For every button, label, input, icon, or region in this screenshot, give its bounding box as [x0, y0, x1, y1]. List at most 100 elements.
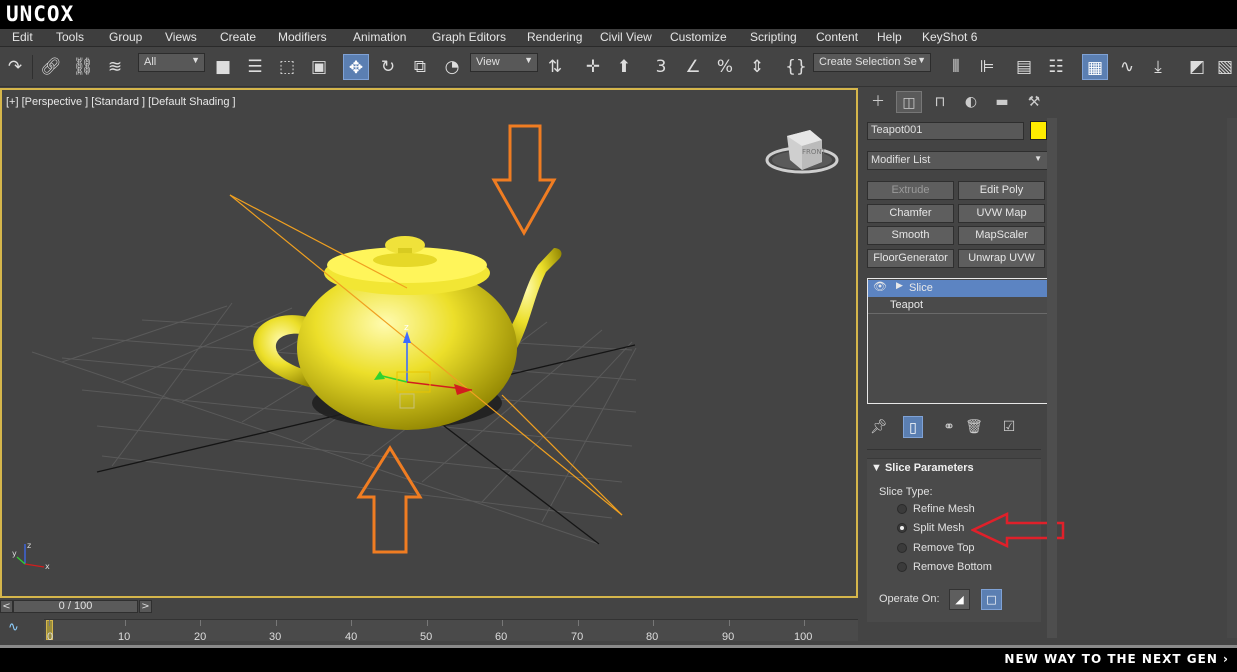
mapscaler-button[interactable]: MapScaler [958, 226, 1045, 245]
select-and-rotate-icon[interactable]: ↻ [375, 54, 401, 80]
slice-plane-gizmo[interactable] [229, 194, 623, 516]
menu-graph-editors[interactable]: Graph Editors [432, 30, 506, 44]
reference-coordinate-dropdown[interactable]: View ▼ [470, 53, 538, 72]
menu-customize[interactable]: Customize [670, 30, 727, 44]
menu-modifiers[interactable]: Modifiers [278, 30, 327, 44]
modifier-stack[interactable]: 👁︎ ▶ Slice Teapot [867, 278, 1048, 404]
time-prev-button[interactable]: < [0, 600, 13, 613]
remove-top-radio[interactable] [897, 543, 907, 553]
named-selection-sets-dropdown[interactable]: Create Selection Se ▼ [813, 53, 931, 72]
motion-tab-icon[interactable]: ◐ [958, 91, 984, 113]
material-editor-icon[interactable]: ◩ [1184, 54, 1210, 80]
bind-space-warp-icon[interactable]: ≋ [102, 54, 128, 80]
menu-scripting[interactable]: Scripting [750, 30, 797, 44]
create-tab-icon[interactable]: ＋ [865, 91, 891, 113]
make-unique-icon[interactable]: ⚭ [939, 416, 959, 438]
timeline-track[interactable]: 0 10 20 30 40 50 60 70 80 90 100 [44, 619, 858, 643]
configure-modifier-sets-icon[interactable]: ☑ [999, 416, 1019, 438]
menu-group[interactable]: Group [109, 30, 142, 44]
eye-icon[interactable]: 👁︎ [873, 280, 887, 293]
layer-explorer-icon[interactable]: ▤ [1011, 54, 1037, 80]
menu-content[interactable]: Content [816, 30, 858, 44]
edit-named-selection-icon[interactable]: {} [783, 54, 809, 80]
stack-item-slice[interactable]: 👁︎ ▶ Slice [868, 280, 1047, 297]
refine-mesh-label[interactable]: Refine Mesh [913, 503, 975, 515]
select-object-icon[interactable]: ■ [210, 54, 236, 80]
display-tab-icon[interactable]: ▬ [989, 91, 1015, 113]
uvw-map-button[interactable]: UVW Map [958, 204, 1045, 223]
floorgenerator-button[interactable]: FloorGenerator [867, 249, 954, 268]
rollout-header[interactable]: ▼ Slice Parameters [871, 462, 974, 474]
remove-bottom-label[interactable]: Remove Bottom [913, 561, 992, 573]
panel-scrollbar[interactable] [1047, 118, 1057, 638]
tick-label: 40 [345, 631, 358, 643]
schematic-view-icon[interactable]: ⤓ [1145, 54, 1171, 80]
expand-icon[interactable]: ▶ [896, 280, 903, 291]
remove-bottom-radio[interactable] [897, 562, 907, 572]
panel-scrollbar-right[interactable] [1227, 118, 1237, 638]
menu-create[interactable]: Create [220, 30, 256, 44]
edit-poly-button[interactable]: Edit Poly [958, 181, 1045, 200]
perspective-viewport[interactable]: z FRONT z x y [+] [Perspective] [Standa… [0, 88, 858, 598]
split-mesh-radio[interactable] [897, 523, 907, 533]
tick-mark [351, 620, 352, 626]
window-crossing-icon[interactable]: ▣ [306, 54, 332, 80]
select-and-move-icon[interactable]: ✥ [343, 54, 369, 80]
menu-keyshot[interactable]: KeyShot 6 [922, 30, 977, 44]
snap-toggle-icon[interactable]: 3 [648, 54, 674, 80]
object-color-swatch[interactable] [1030, 121, 1047, 140]
menu-tools[interactable]: Tools [56, 30, 84, 44]
unwrap-uvw-button[interactable]: Unwrap UVW [958, 249, 1045, 268]
select-manipulate-icon[interactable]: ✛ [580, 54, 606, 80]
redo-icon[interactable]: ↷ [2, 54, 28, 80]
menu-edit[interactable]: Edit [12, 30, 33, 44]
render-setup-icon[interactable]: ▧ [1212, 54, 1237, 80]
split-mesh-label[interactable]: Split Mesh [913, 522, 964, 534]
align-icon[interactable]: ⊫ [974, 54, 1000, 80]
menu-help[interactable]: Help [877, 30, 902, 44]
angle-snap-icon[interactable]: ∠ [680, 54, 706, 80]
unlink-icon[interactable]: ⛓︎ [70, 54, 96, 80]
remove-top-label[interactable]: Remove Top [913, 542, 975, 554]
pin-stack-icon[interactable]: 📌︎ [869, 416, 889, 438]
object-name-field[interactable]: Teapot001 [867, 122, 1024, 140]
operate-on-face-icon[interactable]: ◢ [949, 589, 970, 610]
smooth-button[interactable]: Smooth [867, 226, 954, 245]
selection-filter-dropdown[interactable]: All ▼ [138, 53, 205, 72]
pivot-center-icon[interactable]: ⇅ [542, 54, 568, 80]
keyboard-shortcut-icon[interactable]: ⬆ [611, 54, 637, 80]
scene-explorer-icon[interactable]: ▦ [1082, 54, 1108, 80]
layers-icon[interactable]: ☷ [1043, 54, 1069, 80]
menu-rendering[interactable]: Rendering [527, 30, 582, 44]
chamfer-button[interactable]: Chamfer [867, 204, 954, 223]
modify-tab-icon[interactable]: ◫ [896, 91, 922, 113]
show-end-result-icon[interactable]: ▯ [903, 416, 923, 438]
curve-editor-icon[interactable]: ∿ [1114, 54, 1140, 80]
utilities-tab-icon[interactable]: ⚒ [1021, 91, 1047, 113]
viewcube[interactable]: FRONT [765, 130, 839, 174]
stack-item-teapot[interactable]: Teapot [868, 297, 1047, 314]
extrude-button[interactable]: Extrude [867, 181, 954, 200]
stack-item-label: Teapot [890, 299, 924, 311]
mirror-icon[interactable]: ⫴ [943, 54, 969, 80]
viewport-label[interactable]: [+] [Perspective ] [Standard ] [Default … [6, 96, 236, 108]
tripod-x-label: x [45, 562, 50, 571]
placement-icon[interactable]: ◔ [439, 54, 465, 80]
spinner-snap-icon[interactable]: ⇕ [744, 54, 770, 80]
menu-animation[interactable]: Animation [353, 30, 406, 44]
select-by-name-icon[interactable]: ☰ [242, 54, 268, 80]
remove-modifier-icon[interactable]: 🗑︎ [964, 416, 984, 438]
select-and-scale-icon[interactable]: ⧉ [407, 54, 433, 80]
mini-curve-editor-icon[interactable]: ∿ [8, 620, 19, 635]
time-slider[interactable]: 0 / 100 [13, 600, 138, 613]
time-next-button[interactable]: > [139, 600, 152, 613]
rectangular-selection-icon[interactable]: ⬚ [274, 54, 300, 80]
hierarchy-tab-icon[interactable]: ⊓ [927, 91, 953, 113]
percent-snap-icon[interactable]: % [712, 54, 738, 80]
refine-mesh-radio[interactable] [897, 504, 907, 514]
menu-views[interactable]: Views [165, 30, 197, 44]
operate-on-poly-icon[interactable]: □ [981, 589, 1002, 610]
menu-civil-view[interactable]: Civil View [600, 30, 652, 44]
modifier-list-dropdown[interactable]: Modifier List ▼ [867, 151, 1048, 170]
link-icon[interactable]: 🔗︎ [38, 54, 64, 80]
